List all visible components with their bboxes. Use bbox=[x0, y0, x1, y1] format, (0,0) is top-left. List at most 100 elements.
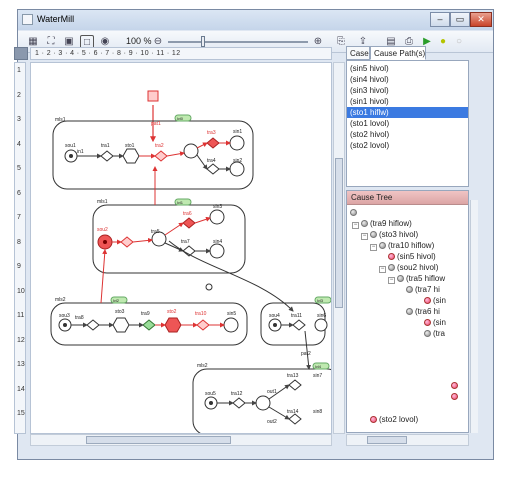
label-tra10: tra10 bbox=[195, 311, 207, 317]
title-bar: WaterMill – ▭ ✕ bbox=[18, 10, 493, 30]
label-sto1: sto1 bbox=[125, 143, 135, 149]
tree-node[interactable]: − (sto3 hivol) bbox=[361, 230, 418, 240]
list-item[interactable]: (sin3 hivol) bbox=[347, 85, 468, 96]
label-sin8: sin8 bbox=[313, 409, 322, 415]
canvas-horizontal-scrollbar[interactable] bbox=[30, 434, 332, 446]
tab-case[interactable]: Case bbox=[346, 46, 370, 60]
label-tra7: tra7 bbox=[181, 239, 190, 245]
diagram-canvas[interactable]: sou1 in1 tra1 sto1 tra2 sin1 tra3 sin2 t… bbox=[30, 62, 332, 434]
ruler-corner-button[interactable] bbox=[14, 47, 28, 60]
node-icon bbox=[451, 382, 458, 389]
ruler-tick-label: 11 bbox=[17, 312, 25, 319]
label-tra14: tra14 bbox=[287, 409, 299, 415]
scroll-thumb[interactable] bbox=[367, 436, 407, 444]
ruler-tick-label: 14 bbox=[17, 385, 25, 393]
node-icon bbox=[379, 242, 386, 249]
ruler-tick-label: 4 bbox=[17, 140, 21, 148]
node-icon bbox=[370, 231, 377, 238]
group-label-1: mls1 bbox=[55, 117, 66, 123]
label-tra13: tra13 bbox=[287, 373, 299, 379]
label-sin3: sin3 bbox=[213, 204, 222, 210]
node-icon bbox=[388, 264, 395, 271]
list-item[interactable]: (sto2 lovol) bbox=[347, 140, 468, 151]
collapse-icon[interactable]: − bbox=[361, 233, 368, 240]
scroll-thumb[interactable] bbox=[335, 158, 343, 308]
label-tra3: tra3 bbox=[207, 130, 216, 136]
tree-node[interactable]: (sin bbox=[424, 296, 446, 306]
maximize-button[interactable]: ▭ bbox=[450, 12, 470, 27]
close-button[interactable]: ✕ bbox=[470, 12, 492, 27]
stop-icon[interactable]: ○ bbox=[452, 35, 466, 49]
canvas-vertical-scrollbar[interactable] bbox=[333, 62, 345, 434]
tab-cause-paths[interactable]: Cause Path(s) bbox=[370, 46, 426, 60]
scroll-thumb[interactable] bbox=[86, 436, 231, 444]
tree-vertical-scrollbar[interactable] bbox=[470, 200, 478, 433]
minimize-button[interactable]: – bbox=[430, 12, 450, 27]
badge-lvl0: lvl0 bbox=[177, 116, 184, 121]
tree-node[interactable]: − (tra10 hiflow) bbox=[370, 241, 434, 251]
list-item[interactable]: (sin4 hivol) bbox=[347, 74, 468, 85]
tree-node[interactable]: (sto2 lovol) bbox=[370, 415, 418, 425]
label-sou1: sou1 bbox=[65, 143, 76, 149]
tree-node[interactable]: − (tra9 hiflow) bbox=[352, 219, 412, 229]
node-icon bbox=[406, 286, 413, 293]
window-title: WaterMill bbox=[37, 14, 75, 24]
group-label-2: mls1 bbox=[97, 199, 108, 205]
list-item[interactable]: (sto1 lovol) bbox=[347, 118, 468, 129]
node-icon bbox=[424, 319, 431, 326]
list-item-selected[interactable]: (sto1 hiflw) bbox=[347, 107, 468, 118]
label-sou2: sou2 bbox=[97, 227, 108, 233]
collapse-icon[interactable]: − bbox=[352, 222, 359, 229]
badge-lvl3: lvl3 bbox=[317, 298, 324, 303]
tree-node[interactable]: − (sou2 hivol) bbox=[379, 263, 438, 273]
tree-node[interactable]: (sin bbox=[424, 318, 446, 328]
tree-node[interactable]: (sin5 hivol) bbox=[388, 252, 436, 262]
label-out2: out2 bbox=[267, 419, 277, 425]
zoom-slider-thumb[interactable] bbox=[201, 36, 205, 47]
tree-node[interactable]: (tra7 hi bbox=[406, 285, 440, 295]
node-icon bbox=[370, 416, 377, 423]
label-tra6: tra6 bbox=[183, 211, 192, 217]
tree-node[interactable] bbox=[451, 392, 460, 402]
label-sin2: sin2 bbox=[233, 158, 242, 164]
label-out1: out1 bbox=[267, 389, 277, 395]
tree-node[interactable]: (tra6 hi bbox=[406, 307, 440, 317]
list-item[interactable]: (sto2 hivol) bbox=[347, 129, 468, 140]
horizontal-ruler: 1 · 2 · 3 · 4 · 5 · 6 · 7 · 8 · 9 · 10 ·… bbox=[30, 47, 332, 60]
label-sto2: sto2 bbox=[167, 309, 177, 315]
tree-root[interactable] bbox=[350, 208, 359, 218]
list-item[interactable]: (sin5 hivol) bbox=[347, 63, 468, 74]
ruler-tick-label: 3 bbox=[17, 116, 21, 123]
collapse-icon[interactable]: − bbox=[379, 266, 386, 273]
label-in1: in1 bbox=[77, 149, 84, 155]
list-item[interactable]: (sin1 hivol) bbox=[347, 96, 468, 107]
collapse-icon[interactable]: − bbox=[388, 277, 395, 284]
diagram-svg[interactable]: sou1 in1 tra1 sto1 tra2 sin1 tra3 sin2 t… bbox=[31, 63, 332, 434]
ruler-tick-label: 8 bbox=[17, 238, 21, 246]
label-tra2: tra2 bbox=[155, 143, 164, 149]
label-pat2: pat2 bbox=[301, 351, 311, 357]
ruler-tick-label: 15 bbox=[17, 410, 25, 417]
label-tra5: tra5 bbox=[151, 229, 160, 235]
label-tra4: tra4 bbox=[207, 158, 216, 164]
ruler-tick-label: 12 bbox=[17, 336, 25, 344]
tree-node[interactable]: − (tra5 hiflow bbox=[388, 274, 445, 284]
label-sin1: sin1 bbox=[233, 129, 242, 135]
label-sin6: sin6 bbox=[317, 313, 326, 319]
tree-node[interactable] bbox=[451, 381, 460, 391]
collapse-icon[interactable]: − bbox=[370, 244, 377, 251]
badge-lvl1: lvl1 bbox=[177, 200, 184, 205]
label-sin4: sin4 bbox=[213, 239, 222, 245]
label-sou4: sou4 bbox=[269, 313, 280, 319]
node-icon bbox=[451, 393, 458, 400]
step-icon[interactable]: ● bbox=[436, 35, 450, 49]
ruler-tick-label: 9 bbox=[17, 263, 21, 270]
zoom-slider[interactable] bbox=[168, 41, 308, 43]
group-label-4: mls2 bbox=[197, 363, 208, 369]
label-tra12: tra12 bbox=[231, 391, 243, 397]
ruler-tick-label: 1 bbox=[17, 67, 21, 74]
tree-node[interactable]: (tra bbox=[424, 329, 445, 339]
tree-horizontal-scrollbar[interactable] bbox=[346, 434, 469, 446]
label-sin5: sin5 bbox=[227, 311, 236, 317]
node-icon bbox=[388, 253, 395, 260]
